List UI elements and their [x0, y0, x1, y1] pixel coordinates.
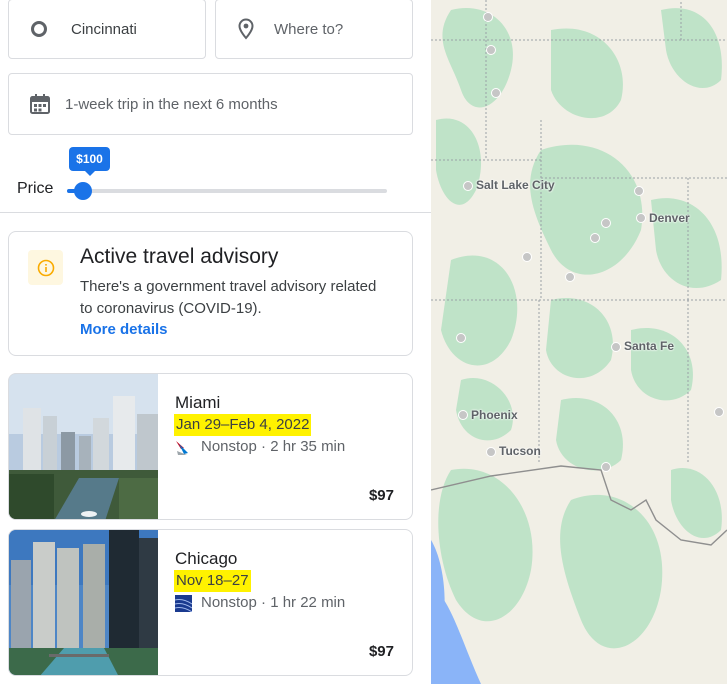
flight-info: Nonstop · 1 hr 22 min [201, 594, 346, 611]
origin-value: Cincinnati [71, 20, 137, 38]
price-slider-handle[interactable] [74, 182, 92, 200]
city-marker[interactable] [634, 186, 644, 196]
salt-lake-city-marker[interactable] [463, 181, 473, 191]
map-label-denver: Denver [649, 211, 690, 225]
location-pin-icon [236, 18, 256, 40]
destination-card-miami[interactable]: Miami Jan 29–Feb 4, 2022 Nonstop · 2 hr … [8, 373, 413, 520]
destination-dates: Nov 18–27 [174, 570, 251, 592]
trip-dates-value: 1-week trip in the next 6 months [65, 95, 278, 113]
advisory-title: Active travel advisory [80, 245, 279, 268]
flight-price: $97 [368, 643, 394, 660]
destination-city: Chicago [175, 549, 238, 568]
origin-circle-icon [31, 21, 47, 37]
american-airlines-logo-icon [175, 439, 192, 456]
city-marker[interactable] [491, 88, 501, 98]
city-marker[interactable] [565, 272, 575, 282]
map[interactable]: Salt Lake City Denver Santa Fe Phoenix T… [431, 0, 727, 684]
map-label-phoenix: Phoenix [471, 408, 518, 422]
destination-dates: Jan 29–Feb 4, 2022 [174, 414, 312, 436]
city-marker[interactable] [714, 407, 724, 417]
more-details-link[interactable]: More details [80, 321, 168, 338]
city-marker[interactable] [590, 233, 600, 243]
price-value-bubble: $100 [69, 147, 110, 176]
tucson-marker[interactable] [486, 447, 496, 457]
price-filter-label: Price [17, 180, 54, 197]
flight-info: Nonstop · 2 hr 35 min [201, 438, 346, 455]
flight-price: $97 [368, 487, 394, 504]
city-marker[interactable] [456, 333, 466, 343]
phoenix-marker[interactable] [458, 410, 468, 420]
city-marker[interactable] [601, 462, 611, 472]
city-marker[interactable] [601, 218, 611, 228]
united-airlines-logo-icon [174, 595, 193, 613]
divider [0, 212, 431, 213]
travel-advisory-card: Active travel advisory There's a governm… [8, 231, 413, 356]
map-label-salt-lake-city: Salt Lake City [476, 178, 555, 192]
origin-field[interactable]: Cincinnati [8, 0, 206, 59]
trip-dates-field[interactable]: 1-week trip in the next 6 months [8, 73, 413, 135]
info-icon [28, 250, 63, 285]
map-terrain [431, 0, 727, 684]
city-marker[interactable] [483, 12, 493, 22]
price-slider-track[interactable] [67, 189, 387, 193]
miami-photo [9, 374, 158, 519]
city-marker[interactable] [486, 45, 496, 55]
explore-panel: Cincinnati Where to? 1-week trip in the … [0, 0, 431, 684]
calendar-icon [29, 93, 51, 115]
destination-placeholder: Where to? [274, 20, 344, 38]
santa-fe-marker[interactable] [611, 342, 621, 352]
chicago-photo [9, 530, 158, 675]
advisory-body: There's a government travel advisory rel… [80, 278, 377, 317]
denver-marker[interactable] [636, 213, 646, 223]
destination-city: Miami [175, 393, 221, 412]
city-marker[interactable] [522, 252, 532, 262]
destination-field[interactable]: Where to? [215, 0, 413, 59]
map-label-santa-fe: Santa Fe [624, 339, 675, 353]
destination-card-chicago[interactable]: Chicago Nov 18–27 Nonstop · 1 hr 22 min … [8, 529, 413, 676]
map-label-tucson: Tucson [499, 444, 541, 458]
